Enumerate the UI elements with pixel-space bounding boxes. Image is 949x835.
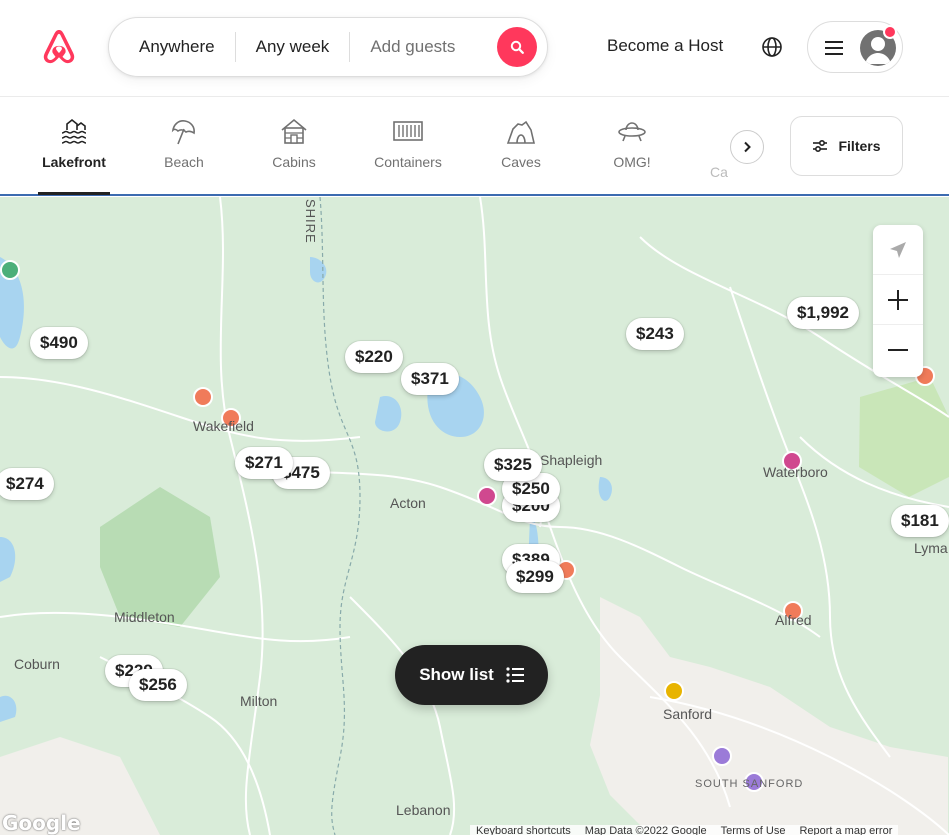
container-icon — [393, 121, 423, 141]
category-label: Ca — [710, 164, 728, 180]
search-bar[interactable]: Anywhere Any week Add guests — [108, 17, 548, 77]
report-error-link[interactable]: Report a map error — [799, 825, 892, 835]
ufo-icon — [618, 122, 646, 142]
google-logo: Google — [2, 811, 81, 835]
map-attribution: Keyboard shortcuts Map Data ©2022 Google… — [470, 825, 899, 835]
category-cabins[interactable]: Cabins — [260, 116, 328, 196]
map-background — [0, 197, 949, 835]
map-data-text: Map Data ©2022 Google — [584, 825, 707, 835]
map-label: Acton — [390, 495, 426, 511]
map-label: Shapleigh — [540, 452, 603, 468]
category-label: Beach — [164, 154, 204, 170]
show-list-label: Show list — [419, 665, 494, 684]
map-label: Alfred — [775, 612, 812, 628]
user-menu-button[interactable] — [807, 21, 903, 73]
map-view[interactable]: SHIRE Wakefield Acton Shapleigh Waterbor… — [0, 197, 949, 835]
price-pin[interactable]: $490 — [30, 327, 88, 359]
category-containers[interactable]: Containers — [368, 116, 448, 196]
keyboard-shortcuts-link[interactable]: Keyboard shortcuts — [476, 825, 571, 835]
list-icon — [506, 667, 524, 683]
map-label: Milton — [240, 693, 278, 709]
price-pin[interactable]: $371 — [401, 363, 459, 395]
price-pin[interactable]: $325 — [484, 449, 542, 481]
map-label: Waterboro — [763, 464, 828, 480]
cave-icon — [506, 120, 536, 144]
filter-sliders-icon — [813, 139, 828, 153]
map-label: Lebanon — [396, 802, 451, 818]
park-marker-icon[interactable] — [0, 260, 20, 280]
category-label: Containers — [374, 154, 442, 170]
map-label: Wakefield — [193, 418, 254, 434]
category-next-button[interactable] — [730, 130, 764, 164]
map-label: Coburn — [14, 656, 60, 672]
price-pin[interactable]: $243 — [626, 318, 684, 350]
shopping-cart-marker-icon[interactable] — [664, 681, 684, 701]
search-where[interactable]: Anywhere — [109, 31, 235, 63]
become-host-link[interactable]: Become a Host — [607, 36, 723, 56]
filters-label: Filters — [838, 138, 881, 154]
category-label: OMG! — [613, 154, 651, 170]
search-when[interactable]: Any week — [236, 31, 350, 63]
map-label: SHIRE — [303, 199, 318, 244]
search-icon — [510, 40, 524, 54]
globe-icon[interactable] — [760, 35, 784, 59]
map-controls — [873, 225, 923, 377]
zoom-in-button[interactable] — [873, 275, 923, 325]
filters-button[interactable]: Filters — [790, 116, 903, 176]
cabin-icon — [281, 118, 307, 144]
beach-umbrella-icon — [171, 120, 195, 145]
restaurant-marker-icon[interactable] — [193, 387, 213, 407]
airbnb-logo-icon[interactable] — [38, 26, 80, 68]
category-beach[interactable]: Beach — [150, 116, 218, 196]
price-pin[interactable]: $271 — [235, 447, 293, 479]
category-caves[interactable]: Caves — [492, 116, 550, 196]
notification-dot — [883, 25, 897, 39]
chevron-right-icon — [744, 141, 751, 153]
poi-marker-icon[interactable] — [712, 746, 732, 766]
map-label: Lyma — [914, 540, 948, 556]
price-pin[interactable]: $299 — [506, 561, 564, 593]
category-omg[interactable]: OMG! — [606, 116, 658, 196]
show-list-button[interactable]: Show list — [395, 645, 548, 705]
category-lakefront[interactable]: Lakefront — [38, 116, 110, 196]
map-label: Middleton — [114, 609, 175, 625]
lakefront-icon — [61, 118, 87, 144]
my-location-button[interactable] — [873, 225, 923, 275]
hamburger-menu-icon — [825, 41, 843, 55]
zoom-out-button[interactable] — [873, 325, 923, 375]
category-label: Lakefront — [42, 154, 106, 170]
price-pin[interactable]: $1,992 — [787, 297, 859, 329]
category-label: Cabins — [272, 154, 316, 170]
search-button[interactable] — [497, 27, 537, 67]
plus-icon — [888, 289, 908, 310]
price-pin[interactable]: $181 — [891, 505, 949, 537]
map-label: Sanford — [663, 706, 713, 722]
price-pin[interactable]: $274 — [0, 468, 54, 500]
price-pin[interactable]: $256 — [129, 669, 187, 701]
wine-marker-icon[interactable] — [477, 486, 497, 506]
price-pin[interactable]: $220 — [345, 341, 403, 373]
navigation-arrow-icon — [890, 241, 906, 258]
category-label: Caves — [501, 154, 541, 170]
minus-icon — [888, 349, 908, 351]
top-header: Anywhere Any week Add guests Become a Ho… — [0, 0, 949, 97]
search-guests[interactable]: Add guests — [350, 31, 475, 63]
map-label: SOUTH SANFORD — [695, 778, 804, 790]
terms-link[interactable]: Terms of Use — [721, 825, 786, 835]
